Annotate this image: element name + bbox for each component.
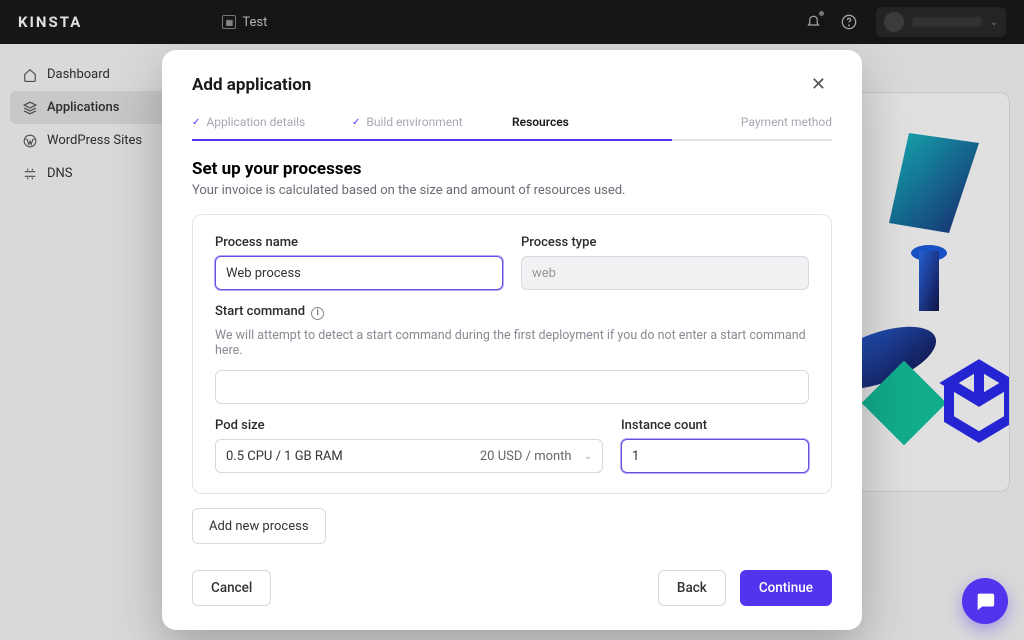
step-label: Build environment — [366, 115, 462, 129]
pod-size-price: 20 USD / month — [480, 449, 572, 464]
add-application-modal: Add application ✕ ✓ Application details … — [162, 50, 862, 630]
section-subtitle: Your invoice is calculated based on the … — [192, 183, 832, 198]
cancel-button[interactable]: Cancel — [192, 570, 271, 606]
instance-count-label: Instance count — [621, 418, 809, 433]
modal-title: Add application — [192, 75, 311, 95]
check-icon: ✓ — [352, 117, 360, 128]
start-command-label: Start command i — [215, 304, 809, 320]
step-resources[interactable]: Resources — [512, 115, 672, 139]
step-build-environment[interactable]: ✓ Build environment — [352, 115, 512, 139]
process-name-label: Process name — [215, 235, 503, 250]
back-button[interactable]: Back — [658, 570, 726, 606]
step-payment-method[interactable]: Payment method — [672, 115, 832, 139]
process-type-input — [521, 256, 809, 290]
add-process-button[interactable]: Add new process — [192, 508, 326, 544]
pod-size-value: 0.5 CPU / 1 GB RAM — [226, 449, 343, 464]
stepper: ✓ Application details ✓ Build environmen… — [192, 115, 832, 141]
step-label: Resources — [512, 115, 569, 129]
pod-size-label: Pod size — [215, 418, 603, 433]
section-title: Set up your processes — [192, 159, 832, 179]
process-name-input[interactable] — [215, 256, 503, 290]
chat-icon — [974, 590, 996, 612]
process-type-label: Process type — [521, 235, 809, 250]
process-card: Process name Process type Start command … — [192, 214, 832, 494]
start-command-help: We will attempt to detect a start comman… — [215, 328, 809, 358]
instance-count-input[interactable] — [621, 439, 809, 473]
check-icon: ✓ — [192, 117, 200, 128]
info-icon[interactable]: i — [311, 307, 324, 320]
pod-size-select[interactable]: 0.5 CPU / 1 GB RAM 20 USD / month ⌄ — [215, 439, 603, 473]
step-application-details[interactable]: ✓ Application details — [192, 115, 352, 139]
continue-button[interactable]: Continue — [740, 570, 832, 606]
step-label: Application details — [206, 115, 305, 129]
chat-fab[interactable] — [962, 578, 1008, 624]
chevron-down-icon: ⌄ — [584, 451, 592, 462]
start-command-input[interactable] — [215, 370, 809, 404]
close-icon[interactable]: ✕ — [805, 72, 832, 97]
step-label: Payment method — [741, 115, 832, 129]
